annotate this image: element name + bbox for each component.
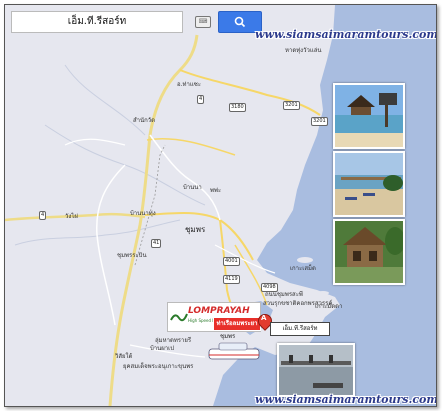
map-label: เกาะมัดดา [315,303,343,310]
map-label: วิสัยใต้ [115,353,133,360]
keyboard-icon[interactable]: ⌨ [195,16,211,28]
search-input[interactable]: เอ็ม.ที.รีสอร์ท [11,11,183,33]
road-shield: 41 [151,239,162,248]
map-label: หาดทุ่งวัวแล่น [285,47,322,54]
map-label-city: ชุมพร [185,225,206,234]
map-label: บ้านนาทุ่ง [130,210,156,217]
site-url-bottom: www.siamsaimaramtours.com [255,393,437,406]
map-label: บ้านผาเป [150,345,175,352]
map-label: ยุคสมเด็จพระอนุเกาะขุนพร [123,363,194,370]
map-frame: เอ็ม.ที.รีสอร์ท ⌨ www.siamsaimaramtours.… [4,4,437,407]
map-pin-letter: A [261,314,267,322]
site-url-top: www.siamsaimaramtours.com [255,28,437,41]
road-shield: 3201 [311,117,328,126]
road-shield: 4001 [223,257,240,266]
photo-beach [333,151,405,217]
road-shield: 3201 [283,101,300,110]
road-shield: 4 [197,95,205,104]
resort-label[interactable]: เอ็ม.ที.รีสอร์ท [270,322,330,336]
ferry-boat [208,348,260,360]
photo-bungalow [333,219,405,285]
road-shield: 4 [39,211,47,220]
map-label: พพ่ะ [210,187,222,194]
map-label: ชุมพรระบิน [117,252,147,259]
pier-badge: ท่าเรือลมพระยา [213,317,261,331]
road-shield: 4098 [261,283,278,292]
map-label: สำนักวัด [133,117,156,124]
road-shield: 4119 [223,275,240,284]
photo-ferry-pier [277,343,355,397]
logo-wave-icon [170,313,188,322]
map-label: เกาะเสม็ด [290,265,316,272]
photo-resort-pier [333,83,405,149]
map-label: วังไผ่ [65,213,78,220]
search-bar: เอ็ม.ที.รีสอร์ท ⌨ [11,11,263,35]
ferry-cabin [218,342,248,351]
road-shield: 3180 [229,103,246,112]
island [317,291,329,295]
pier-sub: ชุมพร [220,333,236,340]
logo-brand: LOMPRAYAH [188,306,250,316]
map-label: อ.ท่าแซะ [177,81,201,88]
map-label: บ้านนา [183,184,202,191]
